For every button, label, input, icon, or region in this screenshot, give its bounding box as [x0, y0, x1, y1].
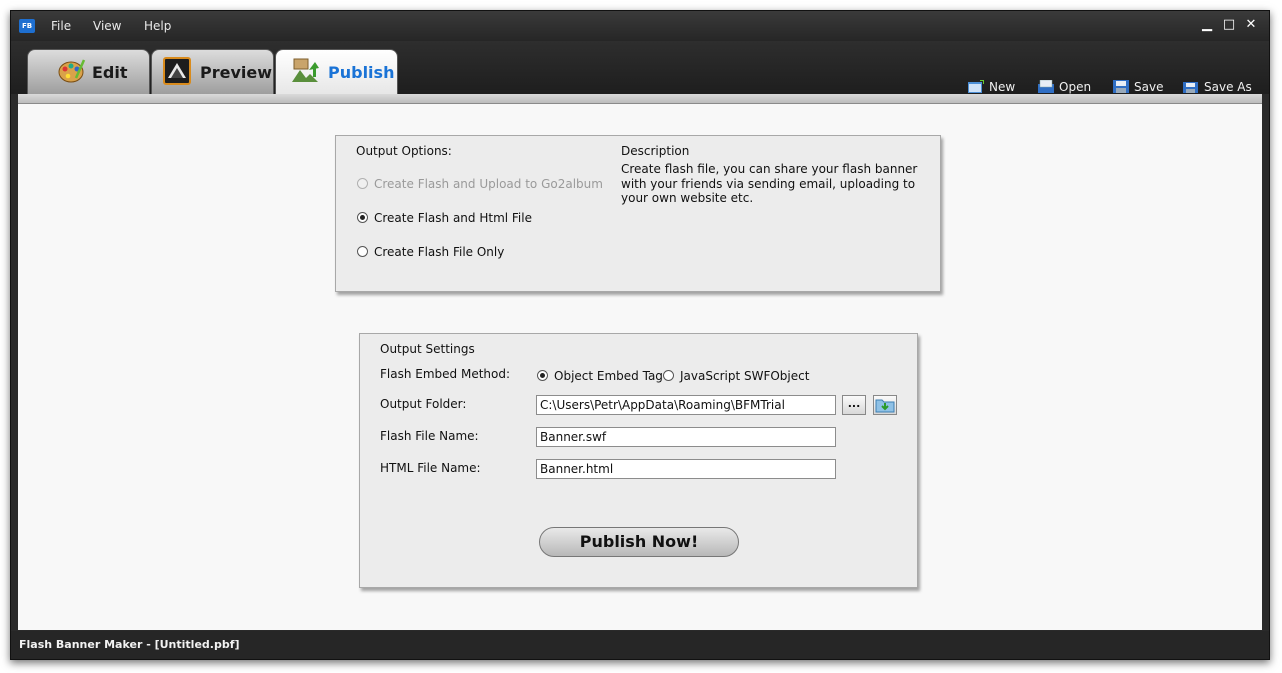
app-logo-icon: FB [19, 19, 35, 33]
description-text: Create flash file, you can share your fl… [621, 162, 918, 205]
browse-button[interactable]: ... [842, 395, 866, 415]
menu-file[interactable]: File [51, 19, 71, 33]
menu-view[interactable]: View [93, 19, 121, 33]
save-as-label: Save As [1204, 80, 1252, 94]
open-button[interactable]: Open [1038, 79, 1094, 95]
flash-html-label: Create Flash and Html File [374, 211, 532, 225]
publish-now-button[interactable]: Publish Now! [539, 527, 739, 557]
palette-icon [58, 59, 86, 83]
open-icon [1038, 80, 1054, 93]
open-label: Open [1059, 80, 1092, 94]
output-options-panel: Output Options: Create Flash and Upload … [335, 135, 941, 292]
menu-bar: FB File View Help ▁ □ ✕ [11, 11, 1269, 41]
status-bar: Flash Banner Maker - [Untitled.pbf] [11, 631, 1269, 659]
tab-edit-label: Edit [92, 63, 128, 82]
output-options-heading: Output Options: [356, 144, 452, 158]
tab-publish[interactable]: Publish [275, 49, 398, 95]
tab-preview-label: Preview [200, 63, 273, 82]
flash-html-radio[interactable] [357, 212, 368, 223]
tab-preview[interactable]: Preview [151, 49, 274, 94]
html-file-name-label: HTML File Name: [380, 461, 481, 475]
tab-bar: Edit Preview Publish New Open Save Save … [11, 41, 1269, 95]
minimize-button[interactable]: ▁ [1200, 18, 1214, 32]
object-embed-label: Object Embed Tag [554, 369, 663, 383]
preview-icon [163, 57, 191, 85]
new-file-icon [968, 80, 984, 93]
save-as-button[interactable]: Save As [1183, 79, 1259, 95]
save-button[interactable]: Save [1113, 79, 1165, 95]
publish-icon [292, 58, 319, 82]
save-label: Save [1134, 80, 1164, 94]
output-folder-label: Output Folder: [380, 397, 467, 411]
upload-go2album-radio[interactable] [357, 178, 368, 189]
swfobject-label: JavaScript SWFObject [680, 369, 810, 383]
menu-help[interactable]: Help [144, 19, 171, 33]
flash-file-name-label: Flash File Name: [380, 429, 479, 443]
embed-method-label: Flash Embed Method: [380, 367, 511, 381]
publish-content: Output Options: Create Flash and Upload … [18, 104, 1262, 630]
output-settings-heading: Output Settings [380, 342, 475, 356]
flash-only-radio[interactable] [357, 246, 368, 257]
tab-content-strip [18, 94, 1262, 104]
status-text: Flash Banner Maker - [Untitled.pbf] [19, 638, 240, 651]
swfobject-radio[interactable] [663, 370, 674, 381]
save-as-icon [1183, 82, 1198, 93]
output-folder-field[interactable]: C:\Users\Petr\AppData\Roaming\BFMTrial [536, 395, 836, 415]
tab-edit[interactable]: Edit [27, 49, 150, 94]
flash-file-name-field[interactable]: Banner.swf [536, 427, 836, 447]
output-settings-panel: Output Settings Flash Embed Method: Obje… [359, 333, 918, 588]
app-window: FB File View Help ▁ □ ✕ Edit Preview Pub… [10, 10, 1270, 660]
open-folder-button[interactable] [873, 395, 897, 415]
upload-go2album-label: Create Flash and Upload to Go2album [374, 177, 603, 191]
close-button[interactable]: ✕ [1244, 18, 1258, 32]
html-file-name-field[interactable]: Banner.html [536, 459, 836, 479]
save-icon [1113, 80, 1129, 93]
flash-only-label: Create Flash File Only [374, 245, 505, 259]
tab-publish-label: Publish [328, 63, 395, 82]
new-label: New [989, 80, 1016, 94]
maximize-button[interactable]: □ [1222, 18, 1236, 32]
new-button[interactable]: New [968, 79, 1020, 95]
description-heading: Description [621, 144, 690, 158]
object-embed-radio[interactable] [537, 370, 548, 381]
folder-icon [875, 399, 895, 413]
